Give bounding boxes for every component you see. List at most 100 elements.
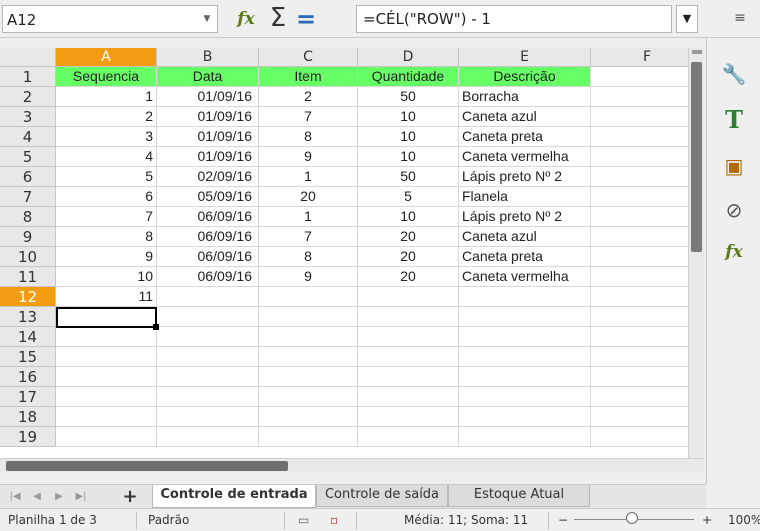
- formula-input[interactable]: =CÉL("ROW") - 1: [356, 5, 672, 33]
- navigator-icon[interactable]: ⊘: [720, 196, 748, 224]
- cell[interactable]: [56, 367, 157, 387]
- data-cell[interactable]: 3: [56, 127, 157, 147]
- cell[interactable]: [459, 287, 591, 307]
- data-cell[interactable]: 06/09/16: [157, 227, 259, 247]
- column-header[interactable]: A: [56, 48, 157, 67]
- row-header[interactable]: 14: [0, 327, 56, 347]
- column-header[interactable]: B: [157, 48, 259, 67]
- row-header[interactable]: 10: [0, 247, 56, 267]
- split-handle[interactable]: [692, 50, 702, 54]
- data-cell[interactable]: 06/09/16: [157, 267, 259, 287]
- data-cell[interactable]: Caneta vermelha: [459, 147, 591, 167]
- data-cell[interactable]: 4: [56, 147, 157, 167]
- data-cell[interactable]: Caneta vermelha: [459, 267, 591, 287]
- header-cell[interactable]: Descrição: [459, 67, 591, 87]
- data-cell[interactable]: 1: [259, 167, 358, 187]
- styles-icon[interactable]: T: [720, 106, 748, 134]
- row-header[interactable]: 2: [0, 87, 56, 107]
- spreadsheet-grid[interactable]: A B C D E F 1 Sequencia Data Item Quantidade Descri…: [0, 48, 704, 458]
- data-cell[interactable]: 20: [358, 267, 459, 287]
- row-header[interactable]: 6: [0, 167, 56, 187]
- next-sheet-icon[interactable]: ▶: [50, 488, 68, 506]
- equals-icon[interactable]: =: [292, 5, 320, 33]
- cell[interactable]: [358, 407, 459, 427]
- row-header[interactable]: 9: [0, 227, 56, 247]
- data-cell[interactable]: 2: [259, 87, 358, 107]
- horizontal-scroll-thumb[interactable]: [6, 461, 288, 471]
- prev-sheet-icon[interactable]: ◀: [28, 488, 46, 506]
- data-cell[interactable]: 9: [259, 147, 358, 167]
- data-cell[interactable]: 10: [358, 107, 459, 127]
- data-cell[interactable]: 50: [358, 167, 459, 187]
- column-header[interactable]: E: [459, 48, 591, 67]
- data-cell[interactable]: 10: [358, 147, 459, 167]
- data-cell[interactable]: Caneta azul: [459, 107, 591, 127]
- cell[interactable]: [459, 387, 591, 407]
- row-header[interactable]: 13: [0, 307, 56, 327]
- page-style[interactable]: Padrão: [148, 513, 189, 527]
- cell[interactable]: [358, 307, 459, 327]
- data-cell[interactable]: 06/09/16: [157, 207, 259, 227]
- cell[interactable]: [157, 427, 259, 447]
- last-sheet-icon[interactable]: ▶|: [72, 488, 90, 506]
- row-header[interactable]: 1: [0, 67, 56, 87]
- cell[interactable]: [259, 367, 358, 387]
- tab-estoque-atual[interactable]: Estoque Atual: [448, 485, 590, 507]
- data-cell[interactable]: 20: [358, 227, 459, 247]
- data-cell[interactable]: 10: [358, 127, 459, 147]
- cell[interactable]: [259, 407, 358, 427]
- data-cell[interactable]: 10: [358, 207, 459, 227]
- sidebar-menu-icon[interactable]: ≡: [730, 10, 750, 30]
- zoom-slider-handle[interactable]: [626, 512, 638, 524]
- cell[interactable]: [358, 287, 459, 307]
- zoom-out-icon[interactable]: −: [558, 513, 568, 527]
- select-all-corner[interactable]: [0, 48, 56, 67]
- data-cell[interactable]: 7: [56, 207, 157, 227]
- row-header[interactable]: 19: [0, 427, 56, 447]
- column-header[interactable]: D: [358, 48, 459, 67]
- cell[interactable]: [259, 307, 358, 327]
- cell[interactable]: [459, 307, 591, 327]
- cell[interactable]: [259, 427, 358, 447]
- cell[interactable]: [157, 367, 259, 387]
- data-cell[interactable]: 8: [56, 227, 157, 247]
- data-cell[interactable]: 1: [56, 87, 157, 107]
- data-cell[interactable]: 8: [259, 127, 358, 147]
- gallery-icon[interactable]: ▣: [720, 152, 748, 180]
- data-cell[interactable]: 05/09/16: [157, 187, 259, 207]
- vertical-scroll-thumb[interactable]: [691, 62, 702, 252]
- row-header[interactable]: 17: [0, 387, 56, 407]
- data-cell[interactable]: 20: [358, 247, 459, 267]
- row-header[interactable]: 16: [0, 367, 56, 387]
- cell[interactable]: [459, 427, 591, 447]
- cell[interactable]: [358, 427, 459, 447]
- column-header[interactable]: C: [259, 48, 358, 67]
- data-cell[interactable]: 5: [358, 187, 459, 207]
- function-wizard-icon[interactable]: fx: [232, 5, 260, 33]
- first-sheet-icon[interactable]: |◀: [6, 488, 24, 506]
- cell[interactable]: [157, 387, 259, 407]
- cell[interactable]: [56, 347, 157, 367]
- data-cell[interactable]: Borracha: [459, 87, 591, 107]
- tab-controle-de-saida[interactable]: Controle de saída: [316, 485, 448, 507]
- tab-controle-de-entrada[interactable]: Controle de entrada: [152, 485, 316, 508]
- header-cell[interactable]: Sequencia: [56, 67, 157, 87]
- cell[interactable]: [259, 287, 358, 307]
- data-cell[interactable]: Caneta preta: [459, 247, 591, 267]
- header-cell[interactable]: Item: [259, 67, 358, 87]
- header-cell[interactable]: Data: [157, 67, 259, 87]
- cell[interactable]: [56, 387, 157, 407]
- name-box[interactable]: A12 ▼: [2, 5, 218, 33]
- row-header[interactable]: 12: [0, 287, 56, 307]
- chevron-down-icon[interactable]: ▼: [197, 6, 217, 32]
- data-cell[interactable]: 06/09/16: [157, 247, 259, 267]
- vertical-scrollbar[interactable]: [688, 48, 704, 458]
- cell[interactable]: [358, 387, 459, 407]
- data-cell[interactable]: 9: [259, 267, 358, 287]
- zoom-in-icon[interactable]: +: [702, 513, 712, 527]
- cell[interactable]: [56, 307, 157, 327]
- row-header[interactable]: 11: [0, 267, 56, 287]
- cell[interactable]: [56, 407, 157, 427]
- add-sheet-icon[interactable]: +: [120, 486, 140, 508]
- data-cell[interactable]: 7: [259, 107, 358, 127]
